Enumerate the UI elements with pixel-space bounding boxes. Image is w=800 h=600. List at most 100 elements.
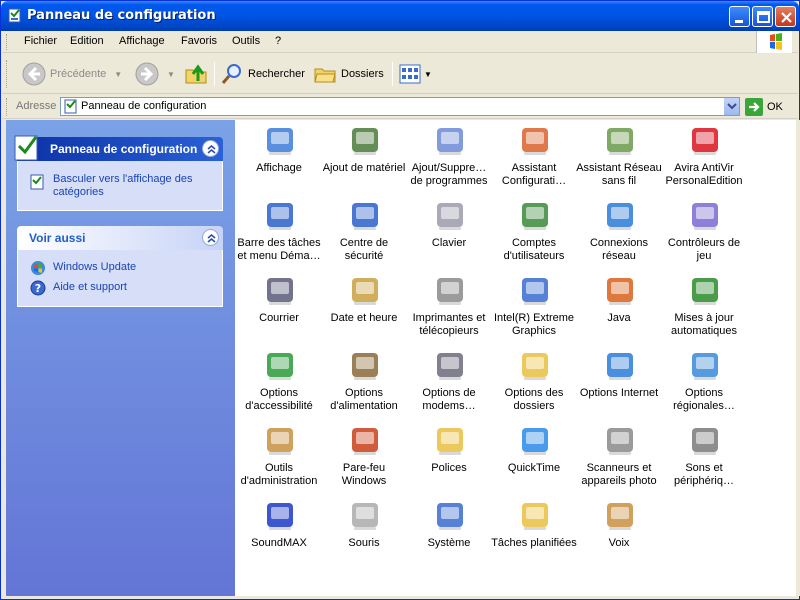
applet-label: Courrier [259, 312, 299, 324]
date-time-icon [352, 278, 378, 305]
applet-soundmax[interactable]: SoundMAX [236, 497, 322, 572]
applet-speech[interactable]: Voix [576, 497, 662, 572]
switch-category-view-link[interactable]: Basculer vers l'affichage des catégories [53, 173, 213, 199]
panel-see-also-header[interactable]: Voir aussi [17, 226, 223, 250]
up-folder-button[interactable] [184, 60, 208, 88]
address-dropdown-button[interactable] [723, 98, 739, 115]
menu-edit[interactable]: Edition [70, 35, 104, 47]
applet-network-connections[interactable]: Connexions réseau [576, 197, 662, 272]
applet-automatic-updates[interactable]: Mises à jour automatiques [661, 272, 747, 347]
applet-quicktime[interactable]: QuickTime [491, 422, 577, 497]
applet-label: Options des dossiers [504, 387, 564, 412]
menu-help[interactable]: ? [275, 35, 281, 47]
menu-grip[interactable] [6, 34, 9, 50]
applet-label: Polices [431, 462, 467, 474]
applet-label: Centre de sécurité [339, 237, 389, 262]
go-label: OK [767, 101, 783, 113]
minimize-button[interactable] [729, 6, 750, 27]
regional-options-icon [692, 353, 718, 380]
help-support-link[interactable]: Aide et support [53, 281, 127, 294]
applet-label: Voix [608, 537, 630, 549]
collapse-button[interactable] [202, 229, 219, 246]
applet-sounds[interactable]: Sons et périphériq… [661, 422, 747, 497]
admin-tools-icon [267, 428, 293, 455]
modem-icon [437, 353, 463, 380]
address-grip[interactable] [6, 98, 9, 116]
menu-favorites[interactable]: Favoris [181, 35, 217, 47]
applet-regional-options[interactable]: Options régionales… [661, 347, 747, 422]
applet-intel-graphics[interactable]: Intel(R) Extreme Graphics [491, 272, 577, 347]
applet-keyboard[interactable]: Clavier [406, 197, 492, 272]
applet-printers[interactable]: Imprimantes et télécopieurs [406, 272, 492, 347]
maximize-button[interactable] [752, 6, 773, 27]
double-chevron-up-icon [207, 145, 216, 154]
back-button[interactable]: Précédente ▼ [22, 60, 122, 88]
applet-label: Assistant Réseau sans fil [576, 162, 662, 187]
applet-display[interactable]: Affichage [236, 122, 322, 197]
applet-label: Options Internet [579, 387, 659, 399]
applet-internet-options[interactable]: Options Internet [576, 347, 662, 422]
applet-firewall[interactable]: Pare-feu Windows [321, 422, 407, 497]
chevron-down-icon [727, 103, 737, 110]
search-label: Rechercher [248, 68, 305, 80]
standard-toolbar: Précédente ▼ ▼ Rechercher Dossiers ▼ [2, 54, 798, 94]
close-button[interactable] [775, 6, 796, 27]
applet-mouse[interactable]: Souris [321, 497, 407, 572]
svg-text:?: ? [35, 282, 41, 295]
panel-see-also-body: Windows Update ? Aide et support [17, 250, 223, 307]
right-border [796, 120, 800, 596]
forward-dropdown-icon[interactable]: ▼ [167, 70, 175, 79]
applet-fonts[interactable]: Polices [406, 422, 492, 497]
applet-game-controllers[interactable]: Contrôleurs de jeu [661, 197, 747, 272]
go-arrow-icon [745, 98, 763, 116]
back-dropdown-icon[interactable]: ▼ [114, 70, 122, 79]
applet-label: Ajout de matériel [322, 162, 406, 174]
applet-mail[interactable]: Courrier [236, 272, 322, 347]
applet-date-time[interactable]: Date et heure [321, 272, 407, 347]
views-dropdown-icon[interactable]: ▼ [424, 70, 432, 79]
applet-admin-tools[interactable]: Outils d'administration [236, 422, 322, 497]
taskbar-icon [267, 203, 293, 230]
menu-view[interactable]: Affichage [119, 35, 165, 47]
minimize-icon [735, 20, 743, 23]
applet-user-accounts[interactable]: Comptes d'utilisateurs [491, 197, 577, 272]
toolbar-grip[interactable] [6, 60, 9, 88]
applet-label: Connexions réseau [589, 237, 649, 262]
applet-scanners-cameras[interactable]: Scanneurs et appareils photo [576, 422, 662, 497]
address-input[interactable]: Panneau de configuration [60, 97, 740, 116]
menu-tools[interactable]: Outils [232, 35, 260, 47]
forward-button[interactable]: ▼ [135, 60, 175, 88]
title-bar[interactable]: Panneau de configuration [1, 1, 799, 31]
applet-folder-options[interactable]: Options des dossiers [491, 347, 577, 422]
applet-label: Scanneurs et appareils photo [581, 462, 657, 487]
panel-control-panel-header[interactable]: Panneau de configuration [14, 135, 223, 161]
address-label: Adresse [16, 100, 57, 112]
applet-label: Comptes d'utilisateurs [503, 237, 565, 262]
applet-power-options[interactable]: Options d'alimentation [321, 347, 407, 422]
applet-network-setup[interactable]: Assistant Configurati… [491, 122, 577, 197]
applet-add-remove-programs[interactable]: Ajout/Suppre… de programmes [406, 122, 492, 197]
go-button[interactable]: OK [745, 98, 783, 116]
folders-label: Dossiers [341, 68, 384, 80]
folders-button[interactable]: Dossiers [313, 60, 384, 88]
applet-label: Avira AntiVir PersonalEdition [665, 162, 743, 187]
menu-file[interactable]: Fichier [24, 35, 57, 47]
applet-java[interactable]: Java [576, 272, 662, 347]
search-button[interactable]: Rechercher [220, 60, 305, 88]
control-panel-icon [8, 8, 21, 23]
windows-update-link[interactable]: Windows Update [53, 261, 136, 274]
search-icon [221, 64, 241, 84]
applet-label: Système [427, 537, 471, 549]
applet-security-center[interactable]: Centre de sécurité [321, 197, 407, 272]
collapse-button[interactable] [202, 140, 219, 157]
applet-taskbar[interactable]: Barre des tâches et menu Déma… [236, 197, 322, 272]
applet-system[interactable]: Système [406, 497, 492, 572]
toolbar-separator [392, 62, 393, 86]
applet-accessibility[interactable]: Options d'accessibilité [236, 347, 322, 422]
applet-scheduled-tasks[interactable]: Tâches planifiées [491, 497, 577, 572]
applet-wireless-network[interactable]: Assistant Réseau sans fil [576, 122, 662, 197]
applet-avira[interactable]: Avira AntiVir PersonalEdition [661, 122, 747, 197]
applet-modem[interactable]: Options de modems… [406, 347, 492, 422]
views-button[interactable]: ▼ [398, 60, 432, 88]
applet-add-hardware[interactable]: Ajout de matériel [321, 122, 407, 197]
